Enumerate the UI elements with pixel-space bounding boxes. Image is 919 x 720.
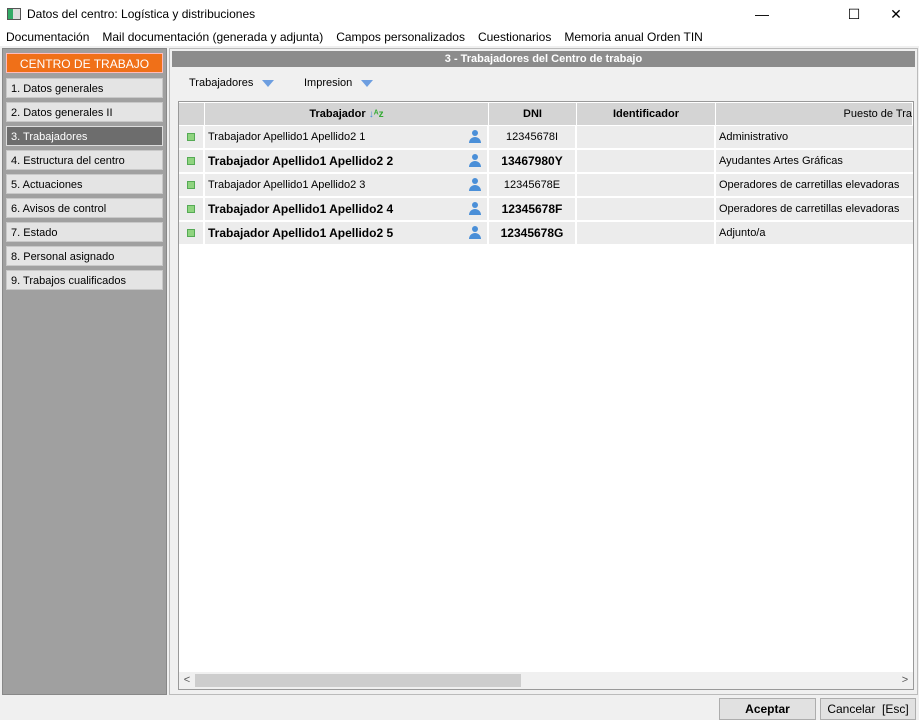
puesto-cell[interactable]: Adjunto/a bbox=[716, 222, 913, 244]
sidebar-item-avisos[interactable]: 6. Avisos de control bbox=[6, 198, 163, 218]
dni-cell[interactable]: 12345678F bbox=[489, 198, 577, 220]
user-icon[interactable] bbox=[469, 130, 481, 144]
puesto-cell[interactable]: Administrativo bbox=[716, 126, 913, 148]
table-row[interactable]: Trabajador Apellido1 Apellido2 1 1234567… bbox=[179, 126, 913, 148]
dni-cell[interactable]: 12345678E bbox=[489, 174, 577, 196]
user-icon[interactable] bbox=[469, 154, 481, 168]
identificador-cell[interactable] bbox=[577, 222, 716, 244]
menu-mail-documentacion[interactable]: Mail documentación (generada y adjunta) bbox=[102, 28, 323, 46]
sidebar: CENTRO DE TRABAJO 1. Datos generales 2. … bbox=[2, 48, 167, 695]
status-indicator-icon bbox=[187, 133, 195, 141]
sidebar-item-estructura[interactable]: 4. Estructura del centro bbox=[6, 150, 163, 170]
panel-title: 3 - Trabajadores del Centro de trabajo bbox=[172, 51, 915, 67]
horizontal-scrollbar[interactable]: < > bbox=[179, 672, 913, 689]
row-indicator bbox=[179, 222, 205, 244]
main-panel: 3 - Trabajadores del Centro de trabajo T… bbox=[169, 48, 918, 695]
sidebar-item-trabajadores[interactable]: 3. Trabajadores bbox=[6, 126, 163, 146]
table-row[interactable]: Trabajador Apellido1 Apellido2 3 1234567… bbox=[179, 174, 913, 196]
indicator-header bbox=[179, 103, 205, 125]
puesto-cell[interactable]: Ayudantes Artes Gráficas bbox=[716, 150, 913, 172]
worker-name-cell[interactable]: Trabajador Apellido1 Apellido2 1 bbox=[205, 126, 489, 148]
dni-cell[interactable]: 13467980Y bbox=[489, 150, 577, 172]
scrollbar-thumb[interactable] bbox=[195, 674, 521, 687]
app-icon bbox=[7, 8, 21, 20]
sidebar-item-personal[interactable]: 8. Personal asignado bbox=[6, 246, 163, 266]
status-indicator-icon bbox=[187, 229, 195, 237]
chevron-down-icon bbox=[262, 79, 275, 87]
identificador-cell[interactable] bbox=[577, 150, 716, 172]
identificador-cell[interactable] bbox=[577, 198, 716, 220]
sort-az-icon: ↓ᴬz bbox=[368, 109, 384, 120]
row-indicator bbox=[179, 174, 205, 196]
identificador-cell[interactable] bbox=[577, 174, 716, 196]
row-indicator bbox=[179, 150, 205, 172]
menu-cuestionarios[interactable]: Cuestionarios bbox=[478, 28, 551, 46]
menu-bar: Documentación Mail documentación (genera… bbox=[0, 28, 919, 46]
scroll-right-icon[interactable]: > bbox=[897, 672, 913, 689]
status-indicator-icon bbox=[187, 205, 195, 213]
puesto-cell[interactable]: Operadores de carretillas elevadoras bbox=[716, 198, 913, 220]
dni-cell[interactable]: 12345678I bbox=[489, 126, 577, 148]
row-indicator bbox=[179, 126, 205, 148]
grid-header: Trabajador ↓ᴬz DNI Identificador Puesto … bbox=[179, 103, 913, 125]
puesto-cell[interactable]: Operadores de carretillas elevadoras bbox=[716, 174, 913, 196]
worker-name-cell[interactable]: Trabajador Apellido1 Apellido2 2 bbox=[205, 150, 489, 172]
table-row[interactable]: Trabajador Apellido1 Apellido2 4 1234567… bbox=[179, 198, 913, 220]
trabajadores-dropdown[interactable]: Trabajadores bbox=[189, 73, 275, 93]
cancel-button[interactable]: Cancelar [Esc] bbox=[820, 698, 916, 720]
identificador-cell[interactable] bbox=[577, 126, 716, 148]
menu-memoria-anual[interactable]: Memoria anual Orden TIN bbox=[564, 28, 703, 46]
column-header-trabajador[interactable]: Trabajador ↓ᴬz bbox=[205, 103, 489, 125]
dni-cell[interactable]: 12345678G bbox=[489, 222, 577, 244]
row-indicator bbox=[179, 198, 205, 220]
workers-grid: Trabajador ↓ᴬz DNI Identificador Puesto … bbox=[178, 101, 914, 690]
worker-name-cell[interactable]: Trabajador Apellido1 Apellido2 5 bbox=[205, 222, 489, 244]
column-header-dni[interactable]: DNI bbox=[489, 103, 577, 125]
user-icon[interactable] bbox=[469, 202, 481, 216]
minimize-button[interactable]: — bbox=[739, 0, 785, 28]
column-header-identificador[interactable]: Identificador bbox=[577, 103, 716, 125]
sidebar-item-actuaciones[interactable]: 5. Actuaciones bbox=[6, 174, 163, 194]
impresion-dropdown[interactable]: Impresion bbox=[304, 73, 374, 93]
worker-name-cell[interactable]: Trabajador Apellido1 Apellido2 3 bbox=[205, 174, 489, 196]
chevron-down-icon bbox=[361, 79, 374, 87]
sidebar-item-trabajos-cualificados[interactable]: 9. Trabajos cualificados bbox=[6, 270, 163, 290]
sidebar-header: CENTRO DE TRABAJO bbox=[6, 53, 163, 73]
column-header-puesto[interactable]: Puesto de Tra bbox=[716, 103, 913, 125]
window-title: Datos del centro: Logística y distribuci… bbox=[27, 7, 256, 21]
status-indicator-icon bbox=[187, 181, 195, 189]
sidebar-item-estado[interactable]: 7. Estado bbox=[6, 222, 163, 242]
menu-documentacion[interactable]: Documentación bbox=[6, 28, 89, 46]
table-row[interactable]: Trabajador Apellido1 Apellido2 2 1346798… bbox=[179, 150, 913, 172]
worker-name-cell[interactable]: Trabajador Apellido1 Apellido2 4 bbox=[205, 198, 489, 220]
trabajadores-label: Trabajadores bbox=[189, 77, 254, 89]
title-bar: Datos del centro: Logística y distribuci… bbox=[0, 0, 919, 28]
user-icon[interactable] bbox=[469, 226, 481, 240]
maximize-button[interactable]: ☐ bbox=[831, 0, 877, 28]
sidebar-item-datos-generales-ii[interactable]: 2. Datos generales II bbox=[6, 102, 163, 122]
impresion-label: Impresion bbox=[304, 77, 353, 89]
menu-campos-personalizados[interactable]: Campos personalizados bbox=[336, 28, 465, 46]
table-row[interactable]: Trabajador Apellido1 Apellido2 5 1234567… bbox=[179, 222, 913, 244]
scroll-left-icon[interactable]: < bbox=[179, 672, 195, 689]
sidebar-item-datos-generales[interactable]: 1. Datos generales bbox=[6, 78, 163, 98]
accept-button[interactable]: Aceptar bbox=[719, 698, 816, 720]
status-indicator-icon bbox=[187, 157, 195, 165]
user-icon[interactable] bbox=[469, 178, 481, 192]
close-button[interactable]: ✕ bbox=[873, 0, 919, 28]
